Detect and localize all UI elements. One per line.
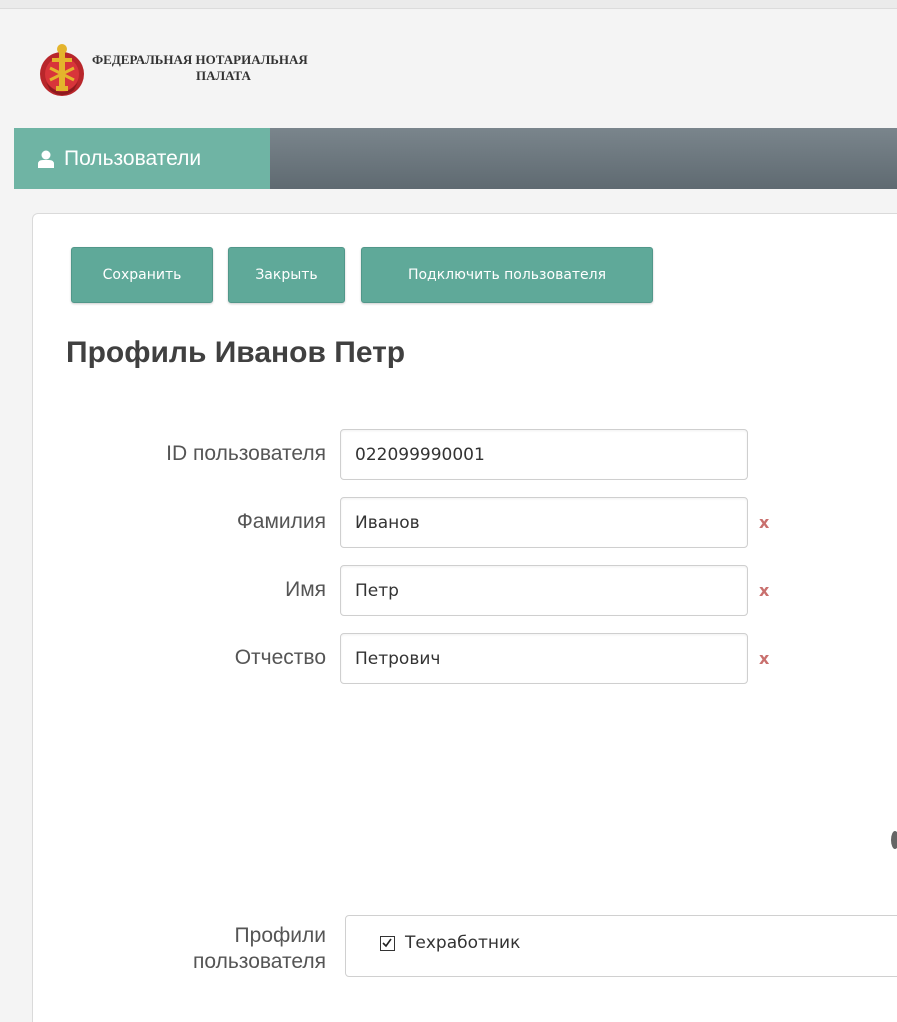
org-name-line2: ПАЛАТА (196, 68, 251, 83)
profiles-label: Профили пользователя (193, 923, 326, 975)
main-navbar: Пользователи (14, 128, 897, 189)
profile-option-label: Техработник (405, 933, 521, 953)
browser-top-strip (0, 0, 897, 9)
org-name-line1: ФЕДЕРАЛЬНАЯ НОТАРИАЛЬНАЯ (92, 52, 308, 67)
last-name-label: Фамилия (236, 510, 326, 533)
save-button[interactable]: Сохранить (71, 247, 213, 303)
profiles-label-line1: Профили (234, 924, 326, 947)
first-name-clear-icon[interactable]: x (759, 581, 769, 600)
profiles-select: Техработник (345, 915, 897, 977)
profile-option-techworker[interactable]: Техработник (380, 933, 520, 953)
tab-users-label: Пользователи (64, 146, 202, 170)
profiles-label-line2: пользователя (193, 950, 326, 973)
tab-users[interactable]: Пользователи (14, 128, 270, 189)
user-icon (38, 150, 54, 168)
page: ФЕДЕРАЛЬНАЯ НОТАРИАЛЬНАЯ ПАЛАТА Пользова… (0, 0, 897, 1022)
middle-name-label: Отчество (234, 646, 326, 669)
middle-name-clear-icon[interactable]: x (759, 649, 769, 668)
header: ФЕДЕРАЛЬНАЯ НОТАРИАЛЬНАЯ ПАЛАТА (0, 0, 897, 128)
checkbox-icon[interactable] (380, 935, 395, 951)
page-title: Профиль Иванов Петр (66, 336, 406, 369)
connect-user-button[interactable]: Подключить пользователя (361, 247, 653, 303)
cut-off-element (891, 831, 897, 849)
org-name: ФЕДЕРАЛЬНАЯ НОТАРИАЛЬНАЯ ПАЛАТА (92, 52, 392, 84)
first-name-label: Имя (285, 578, 326, 601)
notary-emblem-icon (36, 40, 88, 100)
last-name-field[interactable] (340, 497, 748, 548)
profile-panel (32, 213, 897, 1022)
user-id-label: ID пользователя (166, 442, 326, 465)
user-id-field[interactable] (340, 429, 748, 480)
close-button[interactable]: Закрыть (228, 247, 345, 303)
middle-name-field[interactable] (340, 633, 748, 684)
last-name-clear-icon[interactable]: x (759, 513, 769, 532)
first-name-field[interactable] (340, 565, 748, 616)
